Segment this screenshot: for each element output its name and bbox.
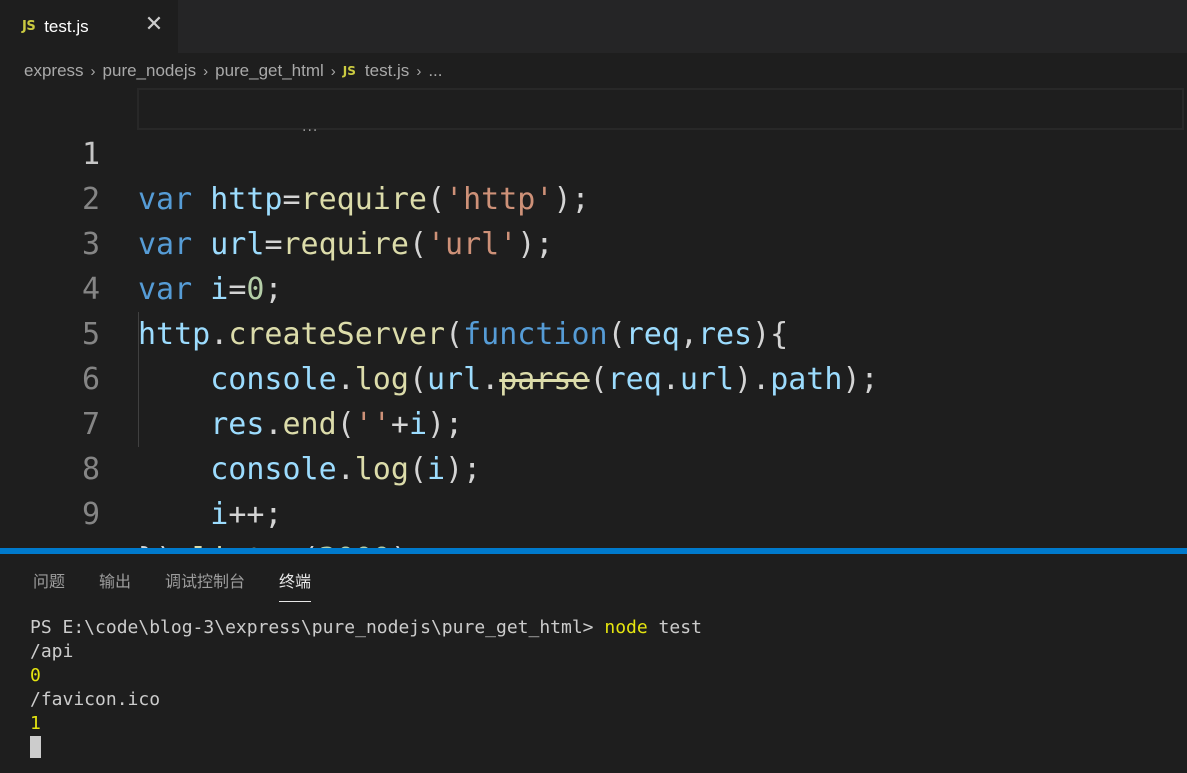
chevron-right-icon: › xyxy=(330,62,336,80)
terminal-line: /api xyxy=(30,641,74,662)
tab-debug-console[interactable]: 调试控制台 xyxy=(165,568,245,604)
bottom-panel: 问题 输出 调试控制台 终端 PS E:\code\blog-3\express… xyxy=(0,554,1187,773)
code-line[interactable]: 7 console.log(i); xyxy=(0,357,1187,487)
breadcrumb-item-file[interactable]: test.js xyxy=(365,61,409,81)
breadcrumb-item-symbols[interactable]: ... xyxy=(428,61,442,81)
code-line[interactable]: 9 }).listen(3000); xyxy=(0,447,1187,577)
breadcrumb-item-express[interactable]: express xyxy=(24,61,84,81)
chevron-right-icon: › xyxy=(203,62,209,80)
tab-output[interactable]: 输出 xyxy=(99,568,131,604)
code-editor[interactable]: ... 1 var http=require('http'); 2 var ur… xyxy=(0,87,1187,577)
terminal-output[interactable]: PS E:\code\blog-3\express\pure_nodejs\pu… xyxy=(30,616,702,761)
terminal-command: node xyxy=(604,617,648,638)
terminal-prompt: PS E:\code\blog-3\express\pure_nodejs\pu… xyxy=(30,617,605,638)
breadcrumb-item-pure-get-html[interactable]: pure_get_html xyxy=(215,61,324,81)
close-icon[interactable]: ✕ xyxy=(142,13,166,37)
javascript-file-icon: JS xyxy=(22,19,36,34)
javascript-file-icon: JS xyxy=(342,64,356,78)
code-line[interactable]: 2 var url=require('url'); xyxy=(0,132,1187,262)
tab-terminal[interactable]: 终端 xyxy=(279,568,312,604)
code-text: i++; xyxy=(210,497,283,532)
code-line[interactable]: 1 var http=require('http'); xyxy=(0,87,1187,217)
terminal-args: test xyxy=(647,617,702,638)
code-line[interactable]: 5 console.log(url.parse(req.url).path); xyxy=(0,267,1187,397)
code-line[interactable]: 4 http.createServer(function(req,res){ xyxy=(0,222,1187,352)
chevron-right-icon: › xyxy=(90,62,96,80)
editor-tab-bar: JS test.js ✕ xyxy=(0,0,1187,53)
code-line[interactable]: 6 res.end(''+i); xyxy=(0,312,1187,442)
panel-tab-bar: 问题 输出 调试控制台 终端 xyxy=(33,568,345,604)
code-line[interactable]: 8 i++; xyxy=(0,402,1187,532)
tab-problems[interactable]: 问题 xyxy=(33,568,65,604)
terminal-line: 0 xyxy=(30,665,41,686)
terminal-line: /favicon.ico xyxy=(30,689,161,710)
tab-test-js[interactable]: JS test.js ✕ xyxy=(0,0,178,53)
chevron-right-icon: › xyxy=(416,62,422,80)
breadcrumb: express › pure_nodejs › pure_get_html › … xyxy=(24,58,442,84)
code-line[interactable]: 3 var i=0; xyxy=(0,177,1187,307)
terminal-cursor xyxy=(30,736,41,758)
tab-label: test.js xyxy=(44,16,89,36)
line-number: 9 xyxy=(81,497,100,532)
terminal-line: 1 xyxy=(30,713,41,734)
breadcrumb-item-pure-nodejs[interactable]: pure_nodejs xyxy=(103,61,197,81)
